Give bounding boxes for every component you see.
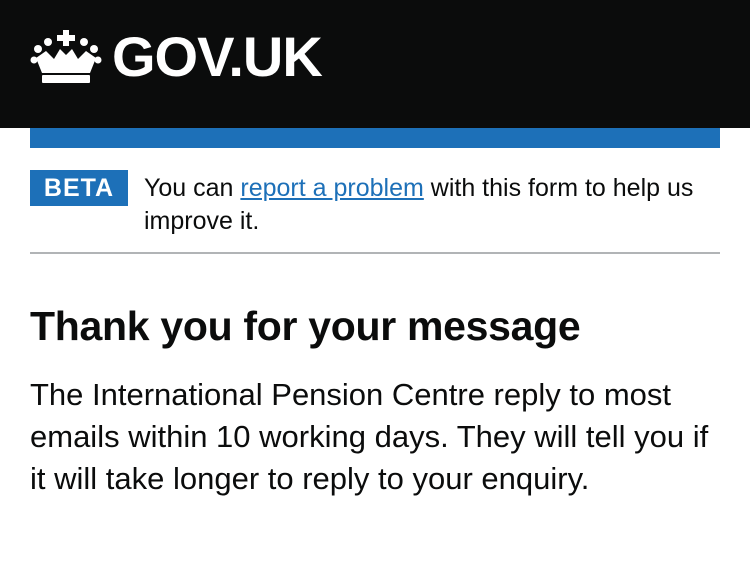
logo-text: GOV.UK xyxy=(112,25,323,88)
site-header: GOV.UK xyxy=(0,0,750,128)
govuk-logo-link[interactable]: GOV.UK xyxy=(30,25,323,88)
report-problem-link[interactable]: report a problem xyxy=(240,174,423,202)
phase-banner-text: You can report a problem with this form … xyxy=(144,172,720,238)
phase-banner: BETA You can report a problem with this … xyxy=(30,170,720,254)
page-title: Thank you for your message xyxy=(30,303,581,349)
confirmation-body-text: The International Pension Centre reply t… xyxy=(30,377,709,496)
beta-tag: BETA xyxy=(30,170,128,206)
phase-text-before: You can xyxy=(144,174,241,202)
crown-icon xyxy=(30,30,102,83)
header-blue-bar xyxy=(30,128,720,148)
